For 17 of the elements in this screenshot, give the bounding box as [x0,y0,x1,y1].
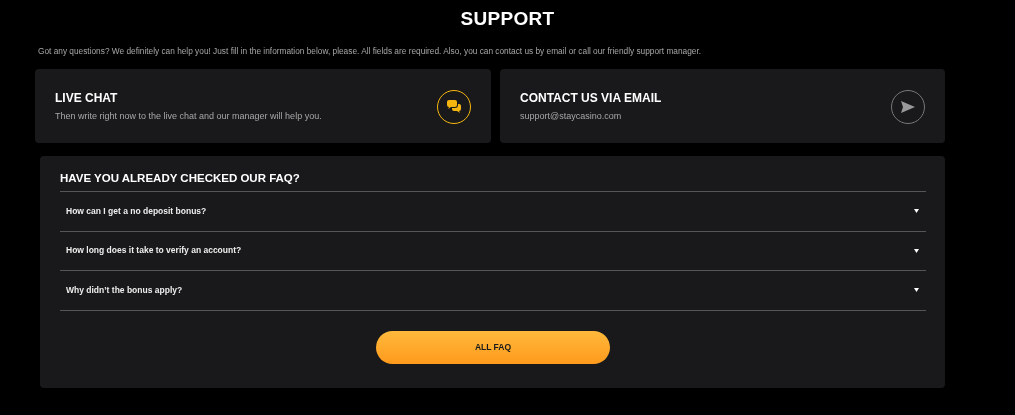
card-text: Then write right now to the live chat and our manager will help you. [55,110,322,124]
all-faq-button[interactable]: ALL FAQ [376,330,610,364]
caret-icon [914,209,919,214]
faq-title: HAVE YOU ALREADY CHECKED OUR FAQ? [60,172,301,187]
faq-item[interactable]: How can I get a no deposit bonus? [60,191,926,231]
card-title: CONTACT US VIA EMAIL [520,90,662,108]
caret-icon [914,288,919,293]
faq-item[interactable]: How long does it take to verify an account? [60,230,926,271]
email-address: support@staycasino.com [520,110,623,124]
faq-question: How long does it take to verify an account? [66,244,242,258]
faq-question: Why didn’t the bonus apply? [66,283,183,297]
intro-text: Got any questions? We definitely can help you! Just fill in the information below, please. All fields are required. Also, you can contact us by email or call our friendly support manager. [38,44,703,58]
card-title: LIVE CHAT [55,90,119,108]
page-title: SUPPORT [459,8,556,31]
caret-icon [914,248,919,253]
faq-question: How can I get a no deposit bonus? [66,204,207,218]
faq-item[interactable]: Why didn’t the bonus apply? [60,270,926,310]
